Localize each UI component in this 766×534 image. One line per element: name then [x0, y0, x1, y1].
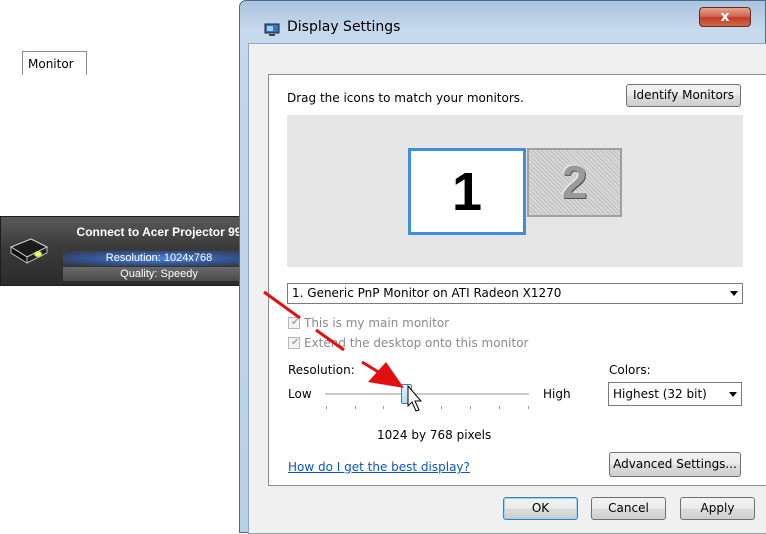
- resolution-slider-track[interactable]: [325, 393, 529, 396]
- slider-tick: [355, 406, 356, 409]
- identify-monitors-button[interactable]: Identify Monitors: [626, 84, 741, 107]
- slider-tick: [470, 406, 471, 409]
- window-title: Display Settings: [287, 19, 401, 35]
- resolution-slider-thumb[interactable]: [401, 384, 412, 404]
- advanced-settings-button[interactable]: Advanced Settings...: [609, 452, 741, 477]
- tab-monitor[interactable]: Monitor: [22, 51, 87, 75]
- cancel-button[interactable]: Cancel: [591, 497, 666, 520]
- help-link[interactable]: How do I get the best display?: [288, 460, 470, 474]
- slider-tick: [383, 406, 384, 409]
- monitor-1-icon[interactable]: 1: [408, 148, 526, 235]
- resolution-value: 1024 by 768 pixels: [377, 428, 492, 442]
- colors-select-value: Highest (32 bit): [613, 387, 707, 401]
- chevron-down-icon: [730, 291, 738, 296]
- close-icon: x: [720, 9, 730, 25]
- extend-desktop-checkbox[interactable]: ✔: [288, 337, 300, 349]
- slider-tick: [326, 406, 327, 409]
- projector-title: Connect to Acer Projector 99: [76, 225, 242, 239]
- resolution-label: Resolution:: [288, 363, 355, 377]
- instruction-text: Drag the icons to match your monitors.: [287, 91, 524, 105]
- colors-label: Colors:: [609, 363, 651, 377]
- main-monitor-label: This is my main monitor: [304, 316, 450, 330]
- colors-select[interactable]: Highest (32 bit): [608, 382, 742, 406]
- projector-notification: Connect to Acer Projector 99 Resolution:…: [0, 216, 258, 286]
- apply-button[interactable]: Apply: [680, 497, 755, 520]
- checkmark-icon: ✔: [291, 317, 300, 328]
- monitor-select-value: 1. Generic PnP Monitor on ATI Radeon X12…: [292, 286, 562, 300]
- extend-desktop-label: Extend the desktop onto this monitor: [304, 336, 529, 350]
- ok-button[interactable]: OK: [503, 497, 578, 520]
- projector-quality: Quality: Speedy: [63, 267, 255, 281]
- slider-tick: [528, 406, 529, 409]
- slider-tick: [441, 406, 442, 409]
- chevron-down-icon: [729, 392, 737, 397]
- close-button[interactable]: x: [699, 7, 751, 27]
- projector-resolution: Resolution: 1024x768: [63, 251, 255, 266]
- main-monitor-checkbox[interactable]: ✔: [288, 317, 300, 329]
- slider-tick: [499, 406, 500, 409]
- checkmark-icon: ✔: [291, 337, 300, 348]
- display-settings-icon: [264, 23, 280, 36]
- monitor-2-icon[interactable]: 2: [527, 148, 622, 217]
- monitor-select[interactable]: 1. Generic PnP Monitor on ATI Radeon X12…: [287, 283, 743, 304]
- resolution-low-label: Low: [288, 387, 312, 401]
- projector-icon: [9, 238, 49, 264]
- resolution-high-label: High: [543, 387, 571, 401]
